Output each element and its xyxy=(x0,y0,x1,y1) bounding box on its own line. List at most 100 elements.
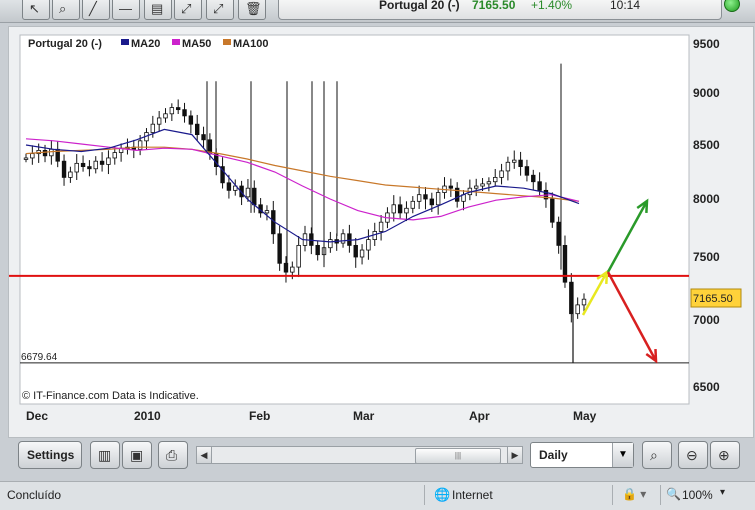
candles-icon: ▥ xyxy=(98,447,112,463)
chevron-down-icon[interactable]: ▼ xyxy=(612,443,633,467)
fibonacci-icon: ⤢ xyxy=(181,1,192,16)
zoom-in-icon: ⊕ xyxy=(718,447,730,463)
legend-instrument: Portugal 20 (-) xyxy=(28,38,102,50)
save-icon: ▣ xyxy=(130,447,144,463)
candle-body xyxy=(435,192,441,206)
candle-body xyxy=(87,166,92,170)
ticker-change: +1.40% xyxy=(531,0,573,12)
horizontal-line-button[interactable]: — xyxy=(112,0,140,20)
zoom-dropdown-icon[interactable]: ▾ xyxy=(720,487,725,498)
scroll-left-button[interactable]: ◀ xyxy=(197,447,212,463)
indicator-button[interactable]: ▤ xyxy=(144,0,172,20)
candle-body xyxy=(518,159,523,167)
candle-body xyxy=(404,207,409,214)
candle-body xyxy=(512,159,517,163)
zoom-out-button[interactable]: ⊖ xyxy=(678,441,708,469)
pointer-tool-button[interactable]: ↖ xyxy=(22,0,50,20)
price-chart[interactable]: 9500 9000 8500 8000 7500 7000 6500 Dec 2010 Feb M… xyxy=(9,27,753,437)
candle-body xyxy=(175,107,181,111)
indicator-icon: ▤ xyxy=(151,1,164,16)
candle-body xyxy=(315,244,320,256)
save-button[interactable]: ▣ xyxy=(122,441,152,469)
trend-tool-icon: ⤢ xyxy=(213,1,224,16)
pointer-icon: ↖ xyxy=(29,1,40,16)
legend-ma50: MA50 xyxy=(182,38,211,50)
candle-body xyxy=(359,249,365,258)
zoom-select-button[interactable]: ⌕ xyxy=(52,0,80,20)
ticker-price: 7165.50 xyxy=(472,0,516,12)
candle-body xyxy=(524,166,530,176)
candle-body xyxy=(23,157,29,160)
indicators-button[interactable]: ▥ xyxy=(90,441,120,469)
candle-body xyxy=(201,134,206,141)
zoom-out-icon: ⊖ xyxy=(686,447,698,463)
candle-body xyxy=(264,210,270,214)
candle-body xyxy=(499,170,504,178)
print-button[interactable]: ⎙ xyxy=(158,441,188,469)
plot-area xyxy=(19,34,690,405)
disclaimer: © IT-Finance.com Data is Indicative. xyxy=(22,390,199,402)
current-price-tag-label: 7165.50 xyxy=(693,293,733,305)
candle-body xyxy=(366,239,371,251)
legend-ma20: MA20 xyxy=(131,38,160,50)
candle-body xyxy=(328,239,333,249)
zoom-select-area-button[interactable]: ⌕ xyxy=(642,441,672,469)
candle-body xyxy=(397,204,403,214)
y-tick-label: 8000 xyxy=(693,192,720,206)
zoom-in-button[interactable]: ⊕ xyxy=(710,441,740,469)
candle-body xyxy=(74,162,79,173)
candle-body xyxy=(410,200,415,209)
candle-body xyxy=(68,171,73,178)
trend-tool-button[interactable]: ⤢ xyxy=(206,0,234,20)
legend-ma100-swatch xyxy=(223,39,231,45)
candle-body xyxy=(493,176,498,183)
x-tick-label: Dec xyxy=(26,409,48,423)
settings-button[interactable]: Settings xyxy=(18,441,82,469)
x-tick-label: Apr xyxy=(469,409,490,423)
internet-zone-icon: 🌐 xyxy=(434,487,451,502)
delete-button[interactable]: 🗑 xyxy=(238,0,266,20)
candle-body xyxy=(556,221,561,246)
candle-body xyxy=(416,194,422,202)
delete-icon: 🗑 xyxy=(245,1,262,16)
candle-body xyxy=(296,244,301,268)
candle-body xyxy=(61,160,67,178)
candle-body xyxy=(195,123,200,135)
candle-body xyxy=(575,304,580,315)
y-tick-label: 7000 xyxy=(693,313,720,327)
x-tick-label: May xyxy=(573,409,597,423)
candle-body xyxy=(550,198,555,223)
candle-body xyxy=(80,162,86,168)
zoom-select-icon: ⌕ xyxy=(59,1,67,16)
zoom-level-label[interactable]: 100% xyxy=(682,488,713,502)
candle-body xyxy=(486,181,492,185)
candle-body xyxy=(93,160,98,170)
browser-status-bar: Concluído 🌐 Internet 🔒 ▾ 🔍 100% ▾ xyxy=(0,481,755,510)
y-tick-label: 7500 xyxy=(693,250,720,264)
legend-ma20-swatch xyxy=(121,39,129,45)
candle-body xyxy=(137,140,143,150)
ticker-bar: Portugal 20 (-) 7165.50 +1.40% 10:14 xyxy=(278,0,722,20)
candle-body xyxy=(505,161,511,172)
draw-line-button[interactable]: ╱ xyxy=(82,0,110,20)
time-scrollbar[interactable]: ◀ ||| ▶ xyxy=(196,446,523,464)
fibonacci-button[interactable]: ⤢ xyxy=(174,0,202,20)
candle-body xyxy=(378,221,384,232)
ticker-time: 10:14 xyxy=(610,0,641,12)
candle-body xyxy=(277,233,282,264)
chart-panel[interactable]: 9500 9000 8500 8000 7500 7000 6500 Dec 2010 Feb M… xyxy=(8,26,754,438)
y-tick-label: 9000 xyxy=(693,86,720,100)
candle-body xyxy=(252,187,257,206)
candle-body xyxy=(309,233,314,246)
legend-ma50-swatch xyxy=(172,39,180,45)
candle-body xyxy=(423,194,428,200)
candle-body xyxy=(531,174,536,183)
scroll-right-button[interactable]: ▶ xyxy=(507,447,522,463)
candle-body xyxy=(49,148,54,157)
candle-body xyxy=(30,153,35,159)
y-tick-label: 8500 xyxy=(693,138,720,152)
protected-mode-icon[interactable]: 🔒 ▾ xyxy=(622,487,646,501)
timeframe-select[interactable]: Daily ▼ xyxy=(530,442,634,468)
scroll-thumb[interactable]: ||| xyxy=(415,448,501,464)
candle-body xyxy=(353,244,358,258)
